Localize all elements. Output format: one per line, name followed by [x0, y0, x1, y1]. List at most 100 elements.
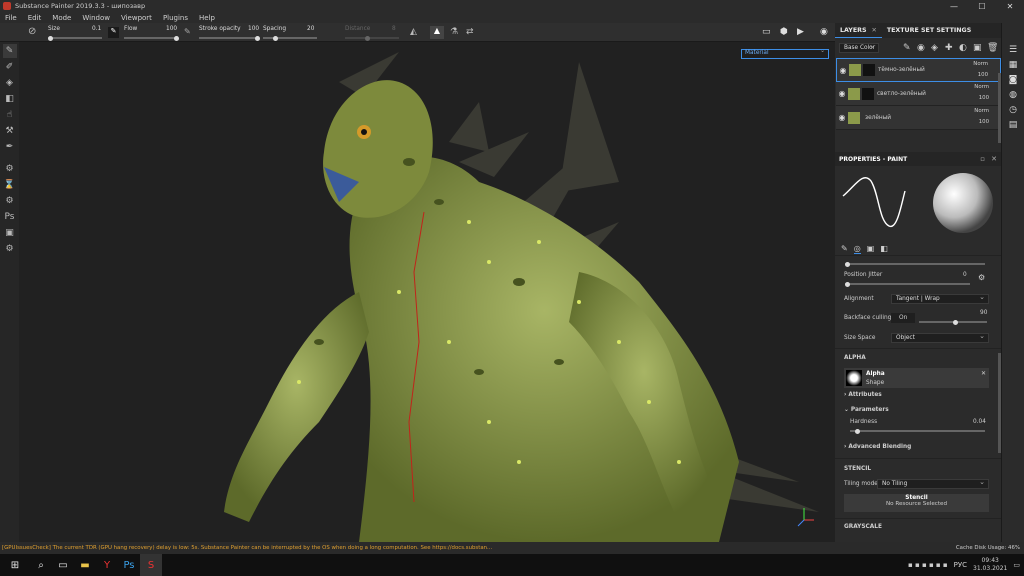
notifications-icon[interactable]: ▭: [1013, 561, 1020, 569]
layer-opacity[interactable]: 100: [979, 95, 989, 101]
flow-slider[interactable]: [124, 35, 179, 41]
menu-help[interactable]: Help: [199, 14, 215, 22]
layer-blend-mode[interactable]: Norm: [974, 84, 989, 90]
photoshop-icon[interactable]: Ps: [118, 554, 140, 576]
settings-sync-icon[interactable]: ⇄: [466, 27, 474, 37]
layer-blend-mode[interactable]: Norm: [973, 61, 988, 67]
layer-opacity[interactable]: 100: [979, 119, 989, 125]
add-group-icon[interactable]: ◐: [959, 43, 967, 53]
layer-row[interactable]: ◉ тёмно-зелёный Norm 100: [836, 58, 1001, 82]
size-slider[interactable]: [48, 35, 102, 41]
spacing-value[interactable]: 20: [307, 26, 314, 32]
clone-icon[interactable]: ⚒: [3, 124, 17, 138]
attributes-toggle[interactable]: › Attributes: [844, 392, 882, 398]
projection-icon[interactable]: ◈: [3, 76, 17, 90]
layer-opacity[interactable]: 100: [978, 72, 988, 78]
advanced-blending-toggle[interactable]: › Advanced Blending: [844, 444, 911, 450]
symmetry-icon[interactable]: ◭: [410, 27, 417, 37]
float-panel-icon[interactable]: ▫: [980, 155, 985, 163]
visibility-eye-icon[interactable]: ◉: [836, 113, 848, 122]
view-3d-icon[interactable]: ⬢: [780, 27, 788, 37]
delete-layer-icon[interactable]: 🗑: [987, 43, 998, 53]
layer-blend-mode[interactable]: Norm: [974, 108, 989, 114]
layer-name[interactable]: тёмно-зелёный: [878, 67, 925, 73]
clock[interactable]: 09:43 31.03.2021: [973, 557, 1007, 573]
windows-start-icon[interactable]: ⊞: [0, 554, 30, 576]
stroke-opacity-value[interactable]: 100: [248, 26, 259, 32]
menu-window[interactable]: Window: [82, 14, 110, 22]
add-fill-icon[interactable]: ◈: [931, 43, 938, 53]
pressure-flow-icon[interactable]: ✎: [184, 27, 191, 36]
size-space-select[interactable]: Object: [891, 332, 989, 343]
shader-settings-icon[interactable]: ◍: [1009, 90, 1017, 100]
pressure-size-icon[interactable]: ✎: [108, 27, 119, 38]
close-panel-icon[interactable]: ✕: [991, 155, 997, 163]
layer-row[interactable]: ◉ зелёный Norm 100: [836, 106, 1001, 130]
3d-viewport[interactable]: Material ⌄: [19, 42, 835, 542]
tab-texture-set-settings[interactable]: TEXTURE SET SETTINGS: [882, 23, 976, 38]
menu-edit[interactable]: Edit: [28, 14, 42, 22]
hardness-slider[interactable]: [850, 428, 985, 434]
position-jitter-value[interactable]: 0: [963, 272, 967, 278]
layer-name[interactable]: светло-зелёный: [877, 91, 926, 97]
screenshot-icon[interactable]: ◉: [820, 27, 828, 37]
parameters-toggle[interactable]: ⌄ Parameters: [844, 407, 889, 413]
settings-icon[interactable]: ⚙: [3, 194, 17, 208]
brush-tab-icon[interactable]: ✎: [841, 244, 848, 253]
spacing-slider[interactable]: [263, 35, 317, 41]
tray-icons[interactable]: ▪ ▪ ▪ ▪ ▪ ▪: [908, 561, 948, 569]
eraser-icon[interactable]: ✐: [3, 60, 17, 74]
history-icon[interactable]: ◷: [1009, 105, 1017, 115]
add-layer-icon[interactable]: ✚: [945, 43, 953, 53]
yandex-browser-icon[interactable]: Y: [96, 554, 118, 576]
file-explorer-icon[interactable]: ▬: [74, 554, 96, 576]
texture-set-icon[interactable]: ▦: [1009, 60, 1018, 70]
close-button[interactable]: ✕: [996, 0, 1024, 12]
backface-value[interactable]: 90: [980, 310, 987, 316]
bake-icon[interactable]: ⚙: [3, 162, 17, 176]
visibility-eye-icon[interactable]: ◉: [837, 66, 849, 75]
display-settings-icon[interactable]: ◙: [1009, 75, 1018, 85]
position-jitter-slider[interactable]: [845, 281, 970, 287]
minimize-button[interactable]: —: [940, 0, 968, 12]
shelf-icon[interactable]: ⌛: [3, 178, 17, 192]
substance-painter-taskbar-icon[interactable]: S: [140, 554, 162, 576]
lazy-mouse-icon[interactable]: ⊘: [28, 26, 36, 37]
menu-file[interactable]: File: [5, 14, 17, 22]
plugin-icon[interactable]: ⚙: [3, 242, 17, 256]
view-2d-icon[interactable]: ▭: [762, 27, 771, 37]
export-icon[interactable]: ▣: [3, 226, 17, 240]
layer-row[interactable]: ◉ светло-зелёный Norm 100: [836, 82, 1001, 106]
tab-layers[interactable]: LAYERS ✕: [835, 23, 882, 38]
backface-toggle[interactable]: On: [891, 313, 915, 323]
search-icon[interactable]: ⌕: [30, 554, 52, 576]
visibility-eye-icon[interactable]: ◉: [836, 89, 848, 98]
paint-through-icon[interactable]: ⚗: [450, 27, 458, 37]
stencil-tab-icon[interactable]: ◧: [880, 244, 888, 253]
log-icon[interactable]: ▤: [1009, 120, 1018, 130]
top-slider[interactable]: [845, 261, 985, 267]
hardness-value[interactable]: 0.04: [973, 419, 986, 425]
clear-alpha-icon[interactable]: ✕: [981, 370, 986, 377]
tiling-mode-select[interactable]: No Tiling: [877, 478, 989, 489]
random-seed-icon[interactable]: ⚙: [978, 273, 985, 282]
photoshop-export-icon[interactable]: Ps: [3, 210, 17, 224]
camera-icon[interactable]: ▶: [797, 27, 804, 37]
menu-plugins[interactable]: Plugins: [163, 14, 188, 22]
menu-viewport[interactable]: Viewport: [121, 14, 152, 22]
alpha-tab-icon[interactable]: ▣: [867, 244, 875, 253]
alignment-select[interactable]: Tangent | Wrap: [891, 293, 989, 304]
add-effect-icon[interactable]: ✎: [903, 43, 911, 53]
folder-icon[interactable]: ▣: [973, 43, 982, 53]
menu-mode[interactable]: Mode: [52, 14, 71, 22]
maximize-button[interactable]: ☐: [968, 0, 996, 12]
paint-brush-icon[interactable]: ✎: [2, 44, 17, 58]
layer-name[interactable]: зелёный: [865, 115, 891, 121]
add-mask-icon[interactable]: ◉: [917, 43, 925, 53]
smudge-icon[interactable]: ☝: [3, 108, 17, 122]
task-view-icon[interactable]: ▭: [52, 554, 74, 576]
stencil-resource-button[interactable]: Stencil No Resource Selected: [844, 494, 989, 512]
language-indicator[interactable]: РУС: [954, 561, 967, 569]
color-picker-icon[interactable]: ✒: [3, 140, 17, 154]
stroke-opacity-slider[interactable]: [199, 35, 260, 41]
